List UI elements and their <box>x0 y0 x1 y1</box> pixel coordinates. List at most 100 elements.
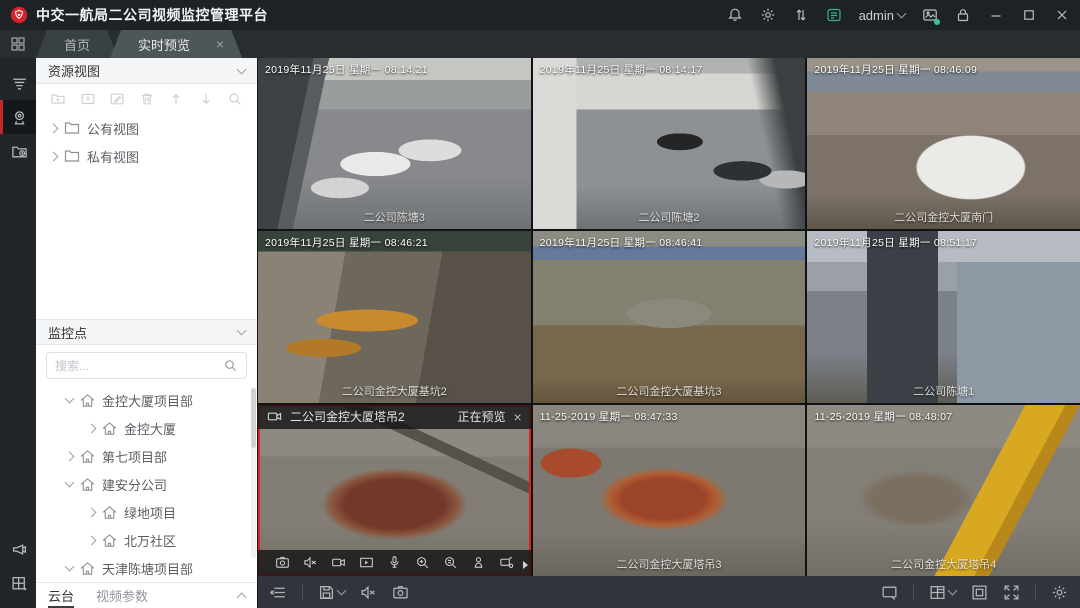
tree-item-project[interactable]: 天津陈塘项目部 <box>36 554 257 582</box>
scale-mode-icon[interactable] <box>971 584 988 601</box>
search-box <box>46 352 247 379</box>
snapshot-status-icon[interactable] <box>922 7 938 23</box>
divider <box>913 584 914 600</box>
app-title: 中交一航局二公司视频监控管理平台 <box>36 5 268 25</box>
green-monitor-icon[interactable] <box>826 7 842 23</box>
tree-item-project[interactable]: 建安分公司 <box>36 470 257 498</box>
preset-icon[interactable] <box>471 555 486 570</box>
maximize-button[interactable] <box>1021 7 1037 23</box>
talk-mic-icon[interactable] <box>387 555 402 570</box>
settings-gear-icon[interactable] <box>1051 584 1068 601</box>
mute-all-icon[interactable] <box>360 584 377 601</box>
scrollbar[interactable] <box>251 388 256 558</box>
site-icon <box>80 393 95 408</box>
chevron-down-icon[interactable] <box>337 586 347 596</box>
sort-arrows-icon[interactable] <box>793 7 809 23</box>
user-name: admin <box>859 8 894 23</box>
tab-close-icon[interactable]: × <box>216 36 224 52</box>
delete-view-icon[interactable] <box>139 91 155 107</box>
video-cell-6[interactable]: 2019年11月25日 星期一 08:51:17 二公司陈塘1 <box>807 231 1080 402</box>
snapshot-icon[interactable] <box>275 555 290 570</box>
monitor-points-header[interactable]: 监控点 <box>36 319 257 345</box>
monitor-points-tree: 金控大厦项目部 金控大厦 第七项目部 建安分公司 <box>36 386 257 582</box>
record-icon[interactable] <box>331 555 346 570</box>
menu-filter-icon[interactable] <box>0 66 36 100</box>
user-menu[interactable]: admin <box>859 8 905 23</box>
alarm-bell-icon[interactable] <box>727 7 743 23</box>
bottom-toolbar <box>258 576 1080 608</box>
camera-name-overlay: 二公司陈塘3 <box>258 209 531 225</box>
video-cell-4[interactable]: 2019年11月25日 星期一 08:46:21 二公司金控大厦基坑2 <box>258 231 531 402</box>
search-icon[interactable] <box>223 358 238 373</box>
tree-item-public-views[interactable]: 公有视图 <box>36 114 257 142</box>
edit-view-icon[interactable] <box>109 91 125 107</box>
chevron-down-icon <box>897 9 907 19</box>
zoom-in-icon[interactable] <box>415 555 430 570</box>
layout-grid-icon[interactable] <box>929 584 956 601</box>
chevron-down-icon[interactable] <box>948 586 958 596</box>
video-cell-1[interactable]: 2019年11月25日 星期一 08:14:21 二公司陈塘3 <box>258 58 531 229</box>
camera-icon <box>267 410 282 423</box>
preview-status: 正在预览 <box>457 408 505 425</box>
camera-monitor-icon[interactable] <box>0 100 36 134</box>
search-input[interactable] <box>55 359 223 373</box>
stream-list-icon[interactable] <box>270 584 287 601</box>
save-view-icon[interactable] <box>318 584 345 601</box>
ptz-control-icon[interactable] <box>499 555 514 570</box>
app-logo-icon <box>10 6 28 24</box>
video-cell-2[interactable]: 2019年11月25日 星期一 08:14:17 二公司陈塘2 <box>533 58 806 229</box>
minimize-button[interactable] <box>988 7 1004 23</box>
snapshot-all-icon[interactable] <box>392 584 409 601</box>
collapse-up-chevron-icon[interactable] <box>237 592 247 602</box>
fullscreen-icon[interactable] <box>1003 584 1020 601</box>
mute-icon[interactable] <box>303 555 318 570</box>
video-cell-3[interactable]: 2019年11月25日 星期一 08:46:09 二公司金控大厦南门 <box>807 58 1080 229</box>
playback-folder-icon[interactable] <box>0 134 36 168</box>
settings-gear-icon[interactable] <box>760 7 776 23</box>
video-cell-5[interactable]: 2019年11月25日 星期一 08:46:41 二公司金控大厦基坑3 <box>533 231 806 402</box>
app-body: 资源视图 公有视图 <box>0 58 1080 608</box>
tab-live-preview[interactable]: 实时预览 × <box>110 30 242 58</box>
bottom-toolbar-left <box>270 584 409 601</box>
close-button[interactable] <box>1054 7 1070 23</box>
playback-icon[interactable] <box>359 555 374 570</box>
tree-item-private-views[interactable]: 私有视图 <box>36 142 257 170</box>
main-area: 2019年11月25日 星期一 08:14:21 二公司陈塘3 2019年11月… <box>258 58 1080 608</box>
video-grid: 2019年11月25日 星期一 08:14:21 二公司陈塘3 2019年11月… <box>258 58 1080 576</box>
site-icon <box>102 505 117 520</box>
scrollbar-thumb[interactable] <box>251 388 256 448</box>
search-icon[interactable] <box>227 91 243 107</box>
lock-icon[interactable] <box>955 7 971 23</box>
chevron-right-icon <box>87 535 97 545</box>
close-stream-icon[interactable]: × <box>513 409 521 425</box>
wall-layout-icon[interactable] <box>0 566 36 600</box>
tree-item-site[interactable]: 金控大厦 <box>36 414 257 442</box>
screen-select-icon[interactable] <box>881 584 898 601</box>
layout-menu-icon[interactable] <box>0 30 36 58</box>
video-cell-7-selected[interactable]: 二公司金控大厦塔吊2 正在预览 × <box>258 405 531 576</box>
side-icon-rail <box>0 58 36 608</box>
video-cell-9[interactable]: 11-25-2019 星期一 08:48:07 二公司金控大厦塔吊4 <box>807 405 1080 576</box>
move-up-icon[interactable] <box>168 91 184 107</box>
video-cell-8[interactable]: 11-25-2019 星期一 08:47:33 二公司金控大厦塔吊3 <box>533 405 806 576</box>
add-view-group-icon[interactable] <box>50 91 66 107</box>
site-icon <box>80 449 95 464</box>
tab-home[interactable]: 首页 <box>36 30 118 58</box>
timestamp-overlay: 2019年11月25日 星期一 08:46:09 <box>814 62 977 77</box>
folder-icon <box>64 121 80 135</box>
broadcast-icon[interactable] <box>0 532 36 566</box>
cell-header: 二公司金控大厦塔吊2 正在预览 × <box>258 405 531 429</box>
tab-ptz[interactable]: 云台 <box>48 583 74 608</box>
resource-view-header[interactable]: 资源视图 <box>36 58 257 84</box>
tree-item-site[interactable]: 绿地项目 <box>36 498 257 526</box>
tree-item-project[interactable]: 第七项目部 <box>36 442 257 470</box>
tree-item-project[interactable]: 金控大厦项目部 <box>36 386 257 414</box>
tree-item-site[interactable]: 北万社区 <box>36 526 257 554</box>
view-toolbar <box>36 84 257 114</box>
zoom-3d-icon[interactable] <box>443 555 458 570</box>
tab-video-params[interactable]: 视频参数 <box>96 583 148 608</box>
status-dot <box>934 19 940 25</box>
more-arrow-icon[interactable] <box>523 561 528 569</box>
move-down-icon[interactable] <box>198 91 214 107</box>
add-view-icon[interactable] <box>80 91 96 107</box>
